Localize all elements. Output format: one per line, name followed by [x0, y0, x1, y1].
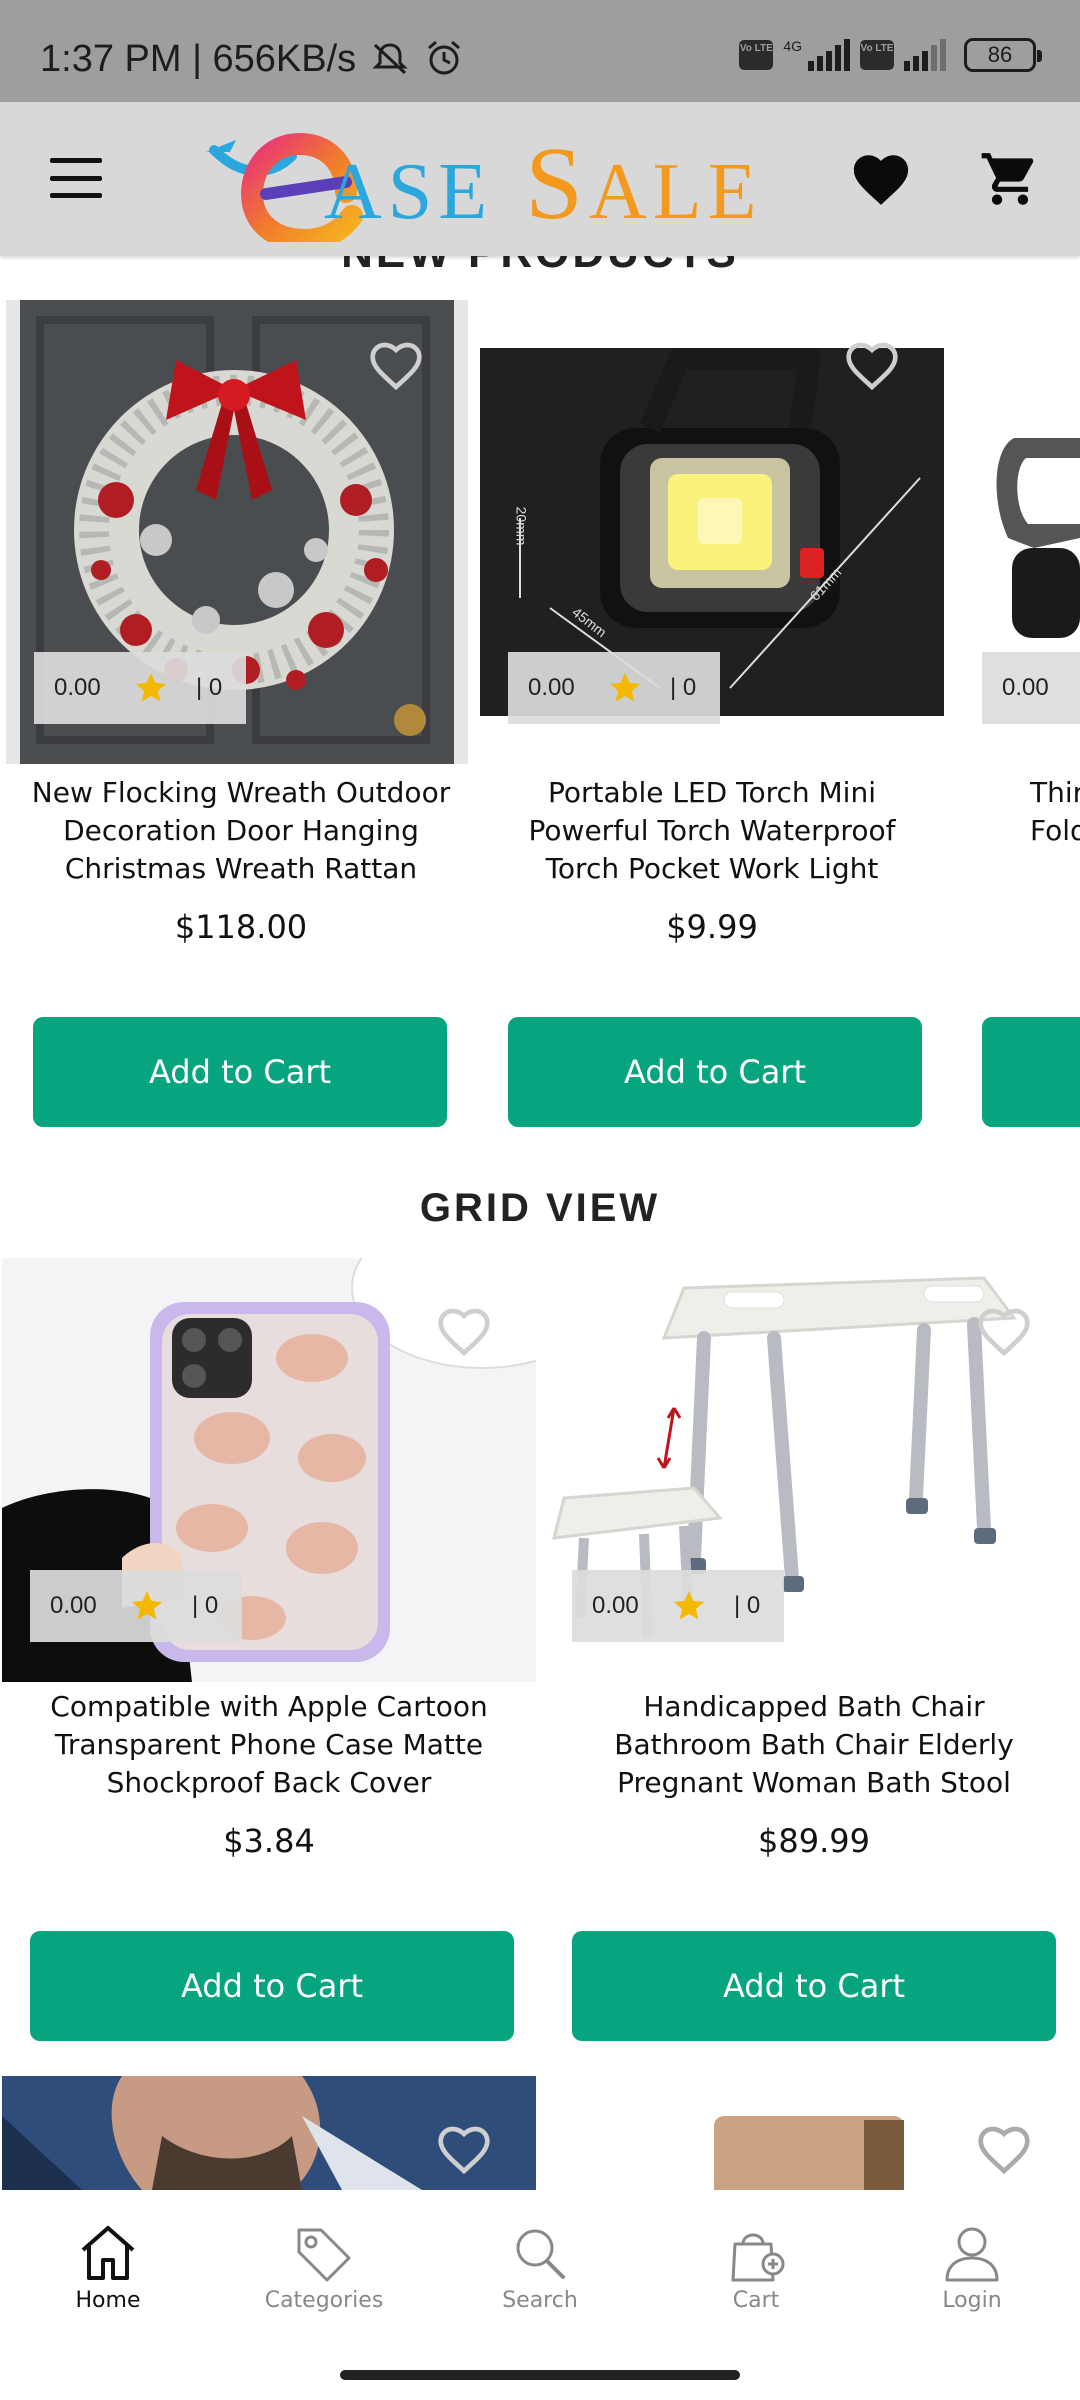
- user-icon: [945, 2227, 999, 2282]
- rating-badge: 0.00 | 0: [572, 1570, 784, 1642]
- nav-home-label: Home: [75, 2288, 141, 2313]
- nav-categories[interactable]: Categories: [244, 2224, 404, 2313]
- favorite-heart-icon[interactable]: [976, 1306, 1032, 1358]
- nav-search[interactable]: Search: [460, 2224, 620, 2313]
- battery-icon: 86: [964, 38, 1042, 72]
- logo-word-sale: ALE: [588, 148, 763, 236]
- home-icon: [81, 2226, 135, 2280]
- volte-badge-2: Vo LTE: [860, 40, 894, 70]
- search-icon: [516, 2229, 565, 2279]
- favorite-heart-icon[interactable]: [368, 340, 424, 392]
- product-card-row2-left[interactable]: [2, 2076, 536, 2190]
- status-time: 1:37 PM | 656KB/s: [40, 38, 463, 81]
- star-icon: [674, 1591, 704, 1620]
- add-to-cart-button[interactable]: [982, 1017, 1080, 1127]
- star-icon: [610, 673, 640, 702]
- rating-badge: 0.00: [982, 652, 1080, 724]
- product-price: $3.84: [223, 1822, 315, 1860]
- product-name[interactable]: Compatible with Apple Cartoon Transparen…: [42, 1688, 496, 1802]
- star-icon: [132, 1591, 162, 1620]
- app-header: ASE SALE: [0, 102, 1080, 256]
- product-name[interactable]: New Flocking Wreath Outdoor Decoration D…: [26, 774, 456, 888]
- product-name[interactable]: Handicapped Bath Chair Bathroom Bath Cha…: [572, 1688, 1056, 1802]
- nav-home[interactable]: Home: [28, 2224, 188, 2313]
- product-name[interactable]: Thir Fold: [1030, 774, 1080, 850]
- favorite-heart-icon[interactable]: [436, 2124, 492, 2176]
- rating-value: 0.00: [1002, 674, 1049, 701]
- review-count: | 0: [196, 674, 223, 701]
- shopping-bag-icon: [731, 2233, 785, 2282]
- product-name[interactable]: Portable LED Torch Mini Powerful Torch W…: [500, 774, 924, 888]
- bottom-navigation: Home Categories Search Cart Login: [0, 2190, 1080, 2400]
- network-speed: 656KB/s: [212, 38, 357, 80]
- signal-icon-2: [904, 39, 946, 71]
- tag-icon: [297, 2228, 351, 2282]
- add-to-cart-button[interactable]: Add to Cart: [30, 1931, 514, 2041]
- product-price: $9.99: [666, 908, 758, 946]
- dimension-width: 45mm: [569, 603, 610, 641]
- status-bar: 1:37 PM | 656KB/s Vo LTE 4G Vo LTE 86: [0, 0, 1080, 102]
- logo-text: ASE SALE: [324, 124, 763, 243]
- grid-view-heading: GRID VIEW: [419, 1186, 661, 1230]
- nav-search-label: Search: [502, 2288, 578, 2313]
- brand-logo[interactable]: ASE SALE: [196, 122, 776, 242]
- product-card-wreath[interactable]: 0.00 | 0 New Flocking Wreath Outdoor Dec…: [6, 300, 468, 1130]
- product-card-partial[interactable]: 0.00 Thir Fold: [954, 300, 1080, 1130]
- star-icon: [136, 673, 166, 702]
- network-type: 4G: [783, 38, 802, 54]
- nav-login[interactable]: Login: [892, 2224, 1052, 2313]
- product-card-torch[interactable]: 20mm 20mm 45mm 61mm 0.00 | 0 Portable LE…: [480, 300, 944, 1130]
- rating-value: 0.00: [592, 1592, 639, 1619]
- review-count: | 0: [192, 1592, 219, 1619]
- add-to-cart-button[interactable]: Add to Cart: [572, 1931, 1056, 2041]
- rating-value: 0.00: [50, 1592, 97, 1619]
- add-to-cart-button[interactable]: Add to Cart: [33, 1017, 447, 1127]
- favorite-heart-icon[interactable]: [436, 1306, 492, 1358]
- status-indicators: Vo LTE 4G Vo LTE 86: [739, 38, 1042, 72]
- nav-categories-label: Categories: [264, 2288, 384, 2313]
- rating-badge: 0.00 | 0: [34, 652, 246, 724]
- heart-icon[interactable]: [850, 150, 912, 208]
- nav-login-label: Login: [942, 2288, 1002, 2313]
- product-card-row2-right[interactable]: [544, 2076, 1080, 2190]
- hamburger-icon[interactable]: [50, 158, 102, 198]
- signal-icon: [808, 39, 850, 71]
- rating-badge: 0.00 | 0: [30, 1570, 242, 1642]
- rating-value: 0.00: [528, 674, 575, 701]
- dimension-height: 20mm: [513, 506, 530, 546]
- mute-icon: [372, 43, 408, 75]
- cart-icon[interactable]: [978, 148, 1042, 210]
- alarm-icon: [428, 40, 461, 75]
- product-card-bath-chair[interactable]: 0.00 | 0 Handicapped Bath Chair Bathroom…: [544, 1258, 1080, 2048]
- rating-value: 0.00: [54, 674, 101, 701]
- logo-word-case: ASE: [324, 148, 494, 236]
- rating-badge: 0.00 | 0: [508, 652, 720, 724]
- product-price: $89.99: [758, 1822, 870, 1860]
- clock-text: 1:37 PM: [40, 38, 182, 80]
- product-price: $118.00: [174, 908, 308, 946]
- favorite-heart-icon[interactable]: [976, 2124, 1032, 2176]
- add-to-cart-button[interactable]: Add to Cart: [508, 1017, 922, 1127]
- nav-cart[interactable]: Cart: [676, 2224, 836, 2313]
- dimension-length: 61mm: [806, 564, 845, 604]
- logo-initial-s: S: [525, 126, 589, 241]
- nav-cart-label: Cart: [732, 2288, 780, 2313]
- product-card-phone-case[interactable]: 0.00 | 0 Compatible with Apple Cartoon T…: [2, 1258, 536, 2048]
- review-count: | 0: [734, 1592, 761, 1619]
- review-count: | 0: [670, 674, 697, 701]
- volte-badge: Vo LTE: [739, 40, 774, 70]
- home-indicator[interactable]: [340, 2370, 740, 2380]
